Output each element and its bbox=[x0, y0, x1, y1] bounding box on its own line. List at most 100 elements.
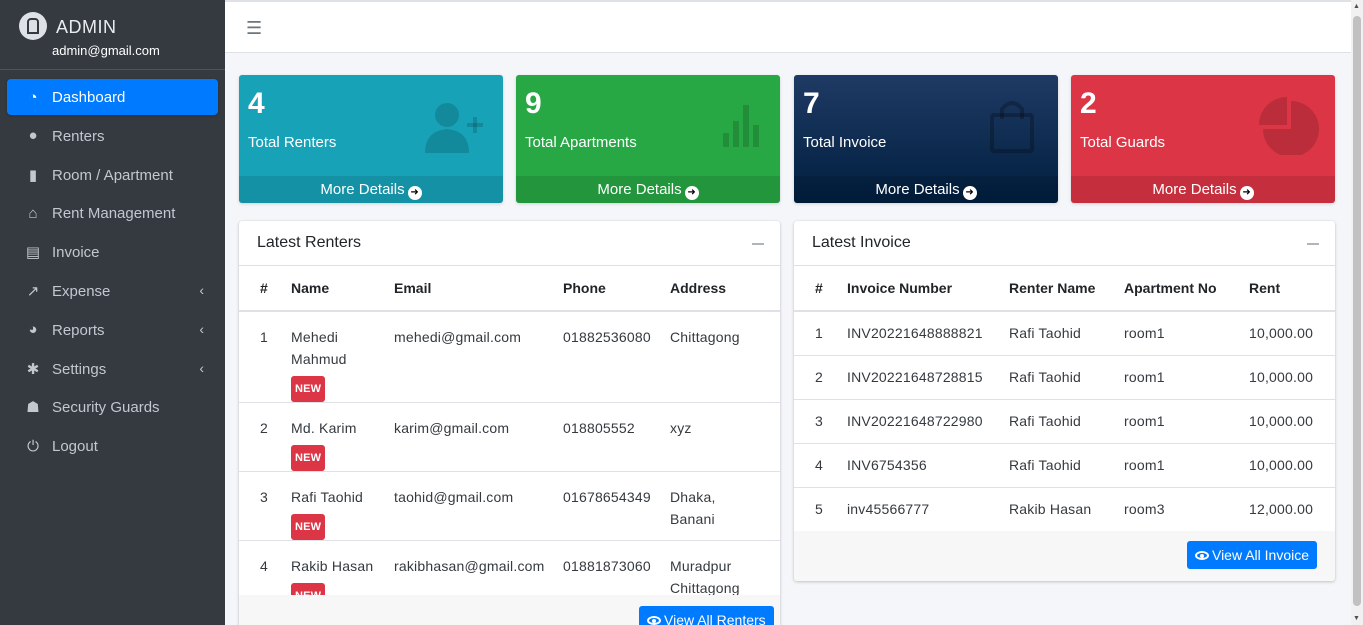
view-all-invoice-button[interactable]: View All Invoice bbox=[1186, 541, 1317, 569]
sidebar-item-reports[interactable]: ◕ Reports ‹ bbox=[7, 312, 218, 348]
stat-value: 4 bbox=[248, 87, 265, 120]
brand-panel[interactable]: ADMIN admin@gmail.com bbox=[0, 0, 225, 70]
cell-text: room1 bbox=[1124, 325, 1165, 342]
cell-text: INV6754356 bbox=[847, 457, 927, 473]
cell-text: 01882536080 bbox=[563, 329, 651, 345]
cell-address: xyz bbox=[670, 402, 780, 472]
cell-renter: Rakib Hasan bbox=[1009, 487, 1124, 532]
cell-text: INV20221648728815 bbox=[847, 369, 983, 385]
arrow-circle-right-icon: ➜ bbox=[407, 186, 422, 200]
column-header: # bbox=[794, 266, 847, 312]
user-plus-icon bbox=[425, 103, 483, 153]
cell-text: Rafi Taohid bbox=[1009, 413, 1081, 429]
sidebar-item-label: Logout bbox=[52, 438, 98, 456]
sidebar-item-invoice[interactable]: ▤ Invoice bbox=[7, 234, 218, 270]
stat-label: Total Invoice bbox=[803, 134, 887, 151]
table-row[interactable]: 1 INV20221648888821 Rafi Taohid room1 10,000… bbox=[794, 311, 1335, 356]
minus-icon[interactable] bbox=[752, 243, 764, 245]
table-row[interactable]: 3 INV20221648722980 Rafi Taohid room1 10,000… bbox=[794, 399, 1335, 444]
more-details-label: More Details bbox=[320, 181, 405, 198]
more-details-link[interactable]: More Details ➜ bbox=[794, 176, 1058, 203]
cell-rent: 10,000.00 bbox=[1249, 355, 1335, 400]
table-row[interactable]: 5 inv45566777 Rakib Hasan room3 12,000.00 bbox=[794, 487, 1335, 532]
cell-invoice: INV20221648888821 bbox=[847, 311, 1009, 356]
scroll-thumb[interactable] bbox=[1353, 16, 1361, 606]
cell-text: 4 bbox=[260, 558, 268, 574]
minus-icon[interactable] bbox=[1307, 243, 1319, 245]
cell-text: room1 bbox=[1124, 457, 1165, 473]
cell-text: 2 bbox=[260, 420, 268, 436]
cell-text: mehedi@gmail.com bbox=[394, 329, 522, 345]
sidebar-item-logout[interactable]: ⏻ Logout bbox=[7, 428, 218, 464]
cell-invoice: INV6754356 bbox=[847, 443, 1009, 488]
stat-box-renters: 4 Total Renters More Details ➜ bbox=[239, 75, 503, 203]
power-off-icon: ⏻ bbox=[27, 437, 39, 455]
new-badge: NEW bbox=[291, 514, 326, 540]
sidebar-item-security-guards[interactable]: ☗ Security Guards bbox=[7, 389, 218, 425]
column-header: Email bbox=[394, 266, 563, 312]
stat-label: Total Renters bbox=[248, 134, 337, 151]
table-row[interactable]: 1 Mehedi Mahmud NEW mehedi@gmail.com 0188253… bbox=[239, 311, 780, 403]
scroll-up-arrow-icon[interactable]: ▲ bbox=[1353, 3, 1360, 10]
menu-toggle-icon[interactable]: ☰ bbox=[246, 18, 262, 39]
cell-apt: room3 bbox=[1124, 487, 1249, 532]
sidebar-item-label: Renters bbox=[52, 127, 105, 145]
cell-text: Rafi Taohid bbox=[291, 489, 363, 505]
cell-email: karim@gmail.com bbox=[394, 402, 563, 472]
stat-box-apartments: 9 Total Apartments More Details ➜ bbox=[516, 75, 780, 203]
page-scrollbar[interactable]: ▲ ▼ bbox=[1351, 0, 1363, 625]
cell-text: 10,000.00 bbox=[1249, 457, 1314, 473]
cell-text: inv45566777 bbox=[847, 501, 930, 517]
more-details-link[interactable]: More Details ➜ bbox=[1071, 176, 1335, 203]
sidebar-item-rent-management[interactable]: ⌂ Rent Management bbox=[7, 195, 218, 231]
more-details-link[interactable]: More Details ➜ bbox=[516, 176, 780, 203]
table-header-row: # Invoice Number Renter Name Apartment No Re… bbox=[794, 266, 1335, 312]
cell-renter: Rafi Taohid bbox=[1009, 355, 1124, 400]
cell-invoice: inv45566777 bbox=[847, 487, 1009, 532]
sidebar-item-renters[interactable]: ● Renters bbox=[7, 118, 218, 154]
cell-rent: 10,000.00 bbox=[1249, 399, 1335, 444]
column-header: Phone bbox=[563, 266, 670, 312]
cell-text: Md. Karim bbox=[291, 420, 357, 436]
view-all-renters-button[interactable]: View All Renters bbox=[639, 606, 774, 625]
card-header: Latest Renters bbox=[239, 221, 780, 266]
avatar bbox=[19, 12, 47, 40]
cell-text: 10,000.00 bbox=[1249, 325, 1314, 342]
latest-renters-card: Latest Renters # Name Email Phone Address 1 M… bbox=[239, 221, 780, 625]
more-details-label: More Details bbox=[1152, 181, 1237, 198]
table-row[interactable]: 2 INV20221648728815 Rafi Taohid room1 10,000… bbox=[794, 355, 1335, 400]
card-header: Latest Invoice bbox=[794, 221, 1335, 266]
cell-text: xyz bbox=[670, 420, 692, 436]
cell-apt: room1 bbox=[1124, 355, 1249, 400]
chart-line-icon: ↗ bbox=[26, 282, 40, 300]
column-header: Apartment No bbox=[1124, 266, 1249, 312]
top-navbar: ☰ bbox=[225, 0, 1351, 53]
chevron-left-icon: ‹ bbox=[199, 359, 204, 376]
cell-text: Dhaka, Banani bbox=[670, 489, 716, 527]
cell-rent: 10,000.00 bbox=[1249, 443, 1335, 488]
cell-apt: room1 bbox=[1124, 311, 1249, 356]
table-row[interactable]: 2 Md. Karim NEW karim@gmail.com 018805552 xyz bbox=[239, 402, 780, 472]
cell-rent: 10,000.00 bbox=[1249, 311, 1335, 356]
cell-phone: 018805552 bbox=[563, 402, 670, 472]
sidebar-item-dashboard[interactable]: ◔ Dashboard bbox=[7, 79, 218, 115]
scroll-down-arrow-icon[interactable]: ▼ bbox=[1353, 615, 1360, 622]
cell-renter: Rafi Taohid bbox=[1009, 443, 1124, 488]
table-row[interactable]: 4 INV6754356 Rafi Taohid room1 10,000.00 bbox=[794, 443, 1335, 488]
table-row[interactable]: 3 Rafi Taohid NEW taohid@gmail.com 016786543… bbox=[239, 471, 780, 541]
sidebar-item-room-apartment[interactable]: ▮ Room / Apartment bbox=[7, 157, 218, 193]
cell-invoice: INV20221648728815 bbox=[847, 355, 1009, 400]
sidebar-item-expense[interactable]: ↗ Expense ‹ bbox=[7, 273, 218, 309]
chevron-left-icon: ‹ bbox=[199, 281, 204, 298]
cell-text: 01678654349 bbox=[563, 489, 651, 505]
more-details-link[interactable]: More Details ➜ bbox=[239, 176, 503, 203]
column-header: Address bbox=[670, 266, 780, 312]
arrow-circle-right-icon: ➜ bbox=[684, 186, 699, 200]
cell-phone: 01882536080 bbox=[563, 311, 670, 403]
cell-n: 4 bbox=[794, 443, 847, 488]
house-user-icon: ⌂ bbox=[28, 204, 38, 222]
sidebar-item-settings[interactable]: ✱ Settings ‹ bbox=[7, 351, 218, 387]
cell-text: Muradpur Chittagong bbox=[670, 558, 740, 596]
card-footer: View All Invoice bbox=[794, 531, 1335, 581]
card-footer: View All Renters bbox=[239, 595, 780, 625]
